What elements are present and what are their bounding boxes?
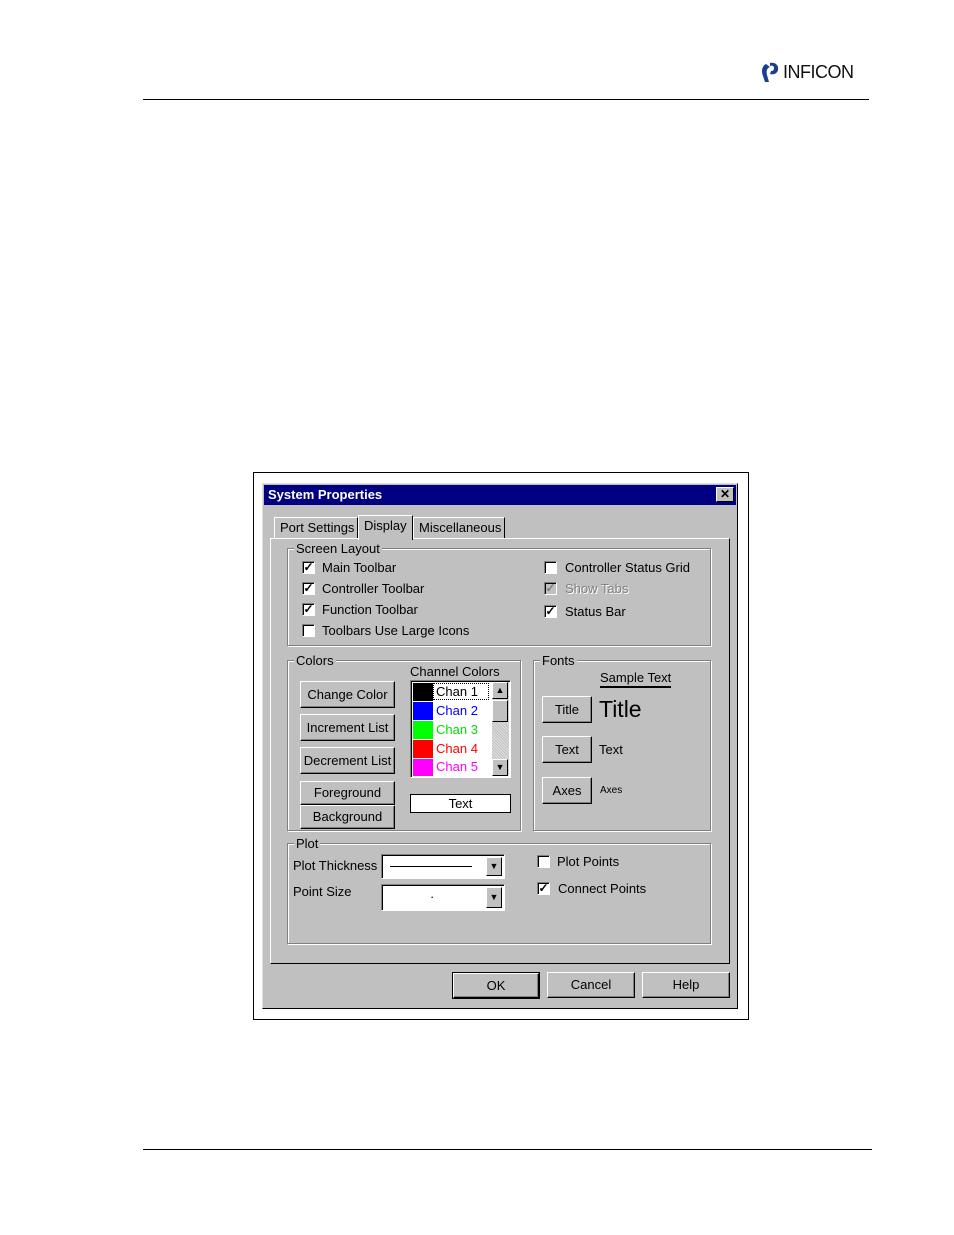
background-button[interactable]: Background: [300, 805, 395, 829]
text-color-preview: Text: [410, 794, 511, 813]
list-item[interactable]: Chan 1: [411, 683, 491, 701]
axes-font-button[interactable]: Axes: [542, 777, 592, 804]
decrement-list-button[interactable]: Decrement List: [300, 747, 395, 774]
cancel-button[interactable]: Cancel: [547, 972, 635, 998]
function-toolbar-checkbox[interactable]: ✓: [302, 603, 315, 616]
large-icons-label: Toolbars Use Large Icons: [322, 623, 470, 638]
plot-points-label: Plot Points: [557, 854, 620, 869]
ok-button[interactable]: OK: [452, 972, 540, 999]
list-item[interactable]: Chan 3: [411, 721, 491, 739]
point-size-value: ·: [430, 889, 435, 904]
scroll-down-icon[interactable]: ▼: [492, 759, 508, 776]
channel-name: Chan 1: [433, 683, 489, 700]
text-font-sample: Text: [599, 742, 623, 757]
dialog-titlebar[interactable]: System Properties ✕: [264, 485, 736, 505]
increment-list-button[interactable]: Increment List: [300, 714, 395, 741]
fonts-legend: Fonts: [540, 653, 577, 668]
scroll-thumb[interactable]: [492, 700, 508, 722]
axes-font-sample: Axes: [600, 785, 623, 796]
list-item[interactable]: Chan 2: [411, 702, 491, 720]
change-color-button[interactable]: Change Color: [300, 681, 395, 708]
main-toolbar-checkbox[interactable]: ✓: [302, 561, 315, 574]
large-icons-checkbox[interactable]: [302, 624, 315, 637]
controller-toolbar-checkbox[interactable]: ✓: [302, 582, 315, 595]
connect-points-checkbox[interactable]: ✓: [537, 882, 550, 895]
channel-name: Chan 4: [436, 741, 478, 756]
channel-swatch: [413, 702, 433, 720]
channel-swatch: [413, 759, 433, 776]
controller-status-grid-label: Controller Status Grid: [565, 560, 690, 575]
plot-legend: Plot: [294, 836, 321, 851]
connect-points-label: Connect Points: [558, 881, 647, 896]
tab-miscellaneous[interactable]: Miscellaneous: [413, 517, 505, 539]
title-font-sample: Title: [599, 696, 642, 722]
main-toolbar-label: Main Toolbar: [322, 560, 397, 575]
tab-label: Port Settings: [280, 520, 355, 535]
dialog-title: System Properties: [268, 487, 383, 502]
plot-thickness-select[interactable]: ▼: [381, 854, 505, 879]
title-font-button[interactable]: Title: [542, 696, 592, 723]
plot-thickness-label: Plot Thickness: [293, 858, 378, 873]
controller-toolbar-label: Controller Toolbar: [322, 581, 425, 596]
controller-status-grid-checkbox[interactable]: [544, 561, 557, 574]
channel-swatch: [413, 721, 433, 739]
status-bar-checkbox[interactable]: ✓: [544, 605, 557, 618]
channel-name: Chan 3: [436, 722, 478, 737]
plot-points-checkbox[interactable]: [537, 855, 550, 868]
thickness-line: [390, 866, 472, 867]
header-rule: [143, 99, 869, 100]
list-item[interactable]: Chan 5: [411, 759, 491, 776]
tab-label: Miscellaneous: [419, 520, 502, 535]
show-tabs-label: Show Tabs: [565, 581, 629, 596]
tab-display[interactable]: Display: [358, 515, 413, 540]
colors-legend: Colors: [294, 653, 336, 668]
channel-color-list[interactable]: Chan 1 Chan 2 Chan 3 Chan 4 Chan 5 ▲ ▼: [410, 680, 511, 778]
tab-label: Display: [364, 518, 407, 533]
point-size-label: Point Size: [293, 884, 352, 899]
foreground-button[interactable]: Foreground: [300, 781, 395, 805]
channel-name: Chan 2: [436, 703, 478, 718]
inficon-logo-icon: [762, 62, 779, 82]
help-button[interactable]: Help: [642, 972, 730, 998]
list-scrollbar[interactable]: ▲ ▼: [492, 682, 509, 776]
point-size-select[interactable]: · ▼: [381, 884, 505, 911]
text-font-button[interactable]: Text: [542, 736, 592, 763]
inficon-logo: INFICON: [760, 60, 854, 84]
show-tabs-checkbox: ✓: [544, 581, 557, 595]
chevron-down-icon[interactable]: ▼: [486, 887, 502, 908]
channel-name: Chan 5: [436, 759, 478, 774]
text-preview-label: Text: [448, 796, 473, 811]
channel-colors-label: Channel Colors: [410, 664, 500, 679]
footer-rule: [143, 1149, 872, 1150]
close-icon: ✕: [719, 487, 731, 501]
status-bar-label: Status Bar: [565, 604, 626, 619]
sample-text-heading: Sample Text: [600, 670, 672, 688]
function-toolbar-label: Function Toolbar: [322, 602, 418, 617]
close-button[interactable]: ✕: [716, 487, 734, 502]
channel-swatch: [413, 740, 433, 758]
scroll-up-icon[interactable]: ▲: [492, 682, 508, 699]
screen-layout-legend: Screen Layout: [294, 541, 382, 556]
list-item[interactable]: Chan 4: [411, 740, 491, 758]
chevron-down-icon[interactable]: ▼: [486, 857, 502, 876]
channel-swatch: [413, 683, 433, 701]
logo-wordmark: INFICON: [783, 61, 854, 82]
tab-port-settings[interactable]: Port Settings: [274, 517, 358, 539]
